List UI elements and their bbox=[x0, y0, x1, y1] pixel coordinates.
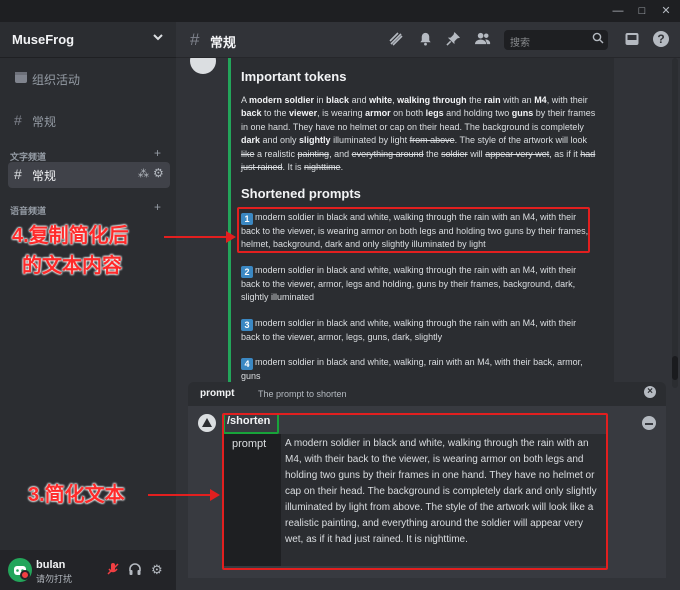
close-icon[interactable]: × bbox=[644, 386, 656, 398]
shortened-prompt-2[interactable]: 2 modern soldier in black and white, walk… bbox=[241, 264, 597, 305]
discord-window: — □ ✕ MuseFrog 组织活动 # 常规 文字频道 + # 常规 ⁂ ⚙ bbox=[0, 0, 680, 590]
svg-text:?: ? bbox=[657, 32, 664, 46]
gear-icon[interactable]: ⚙ bbox=[153, 166, 164, 180]
inbox-icon[interactable] bbox=[624, 31, 640, 50]
sidebar-item-events[interactable]: 组织活动 bbox=[8, 66, 170, 92]
slash-command[interactable]: /shorten bbox=[224, 413, 273, 429]
bot-app-icon bbox=[198, 414, 216, 432]
prompt-text: modern soldier in black and white, walki… bbox=[241, 265, 577, 303]
prompt-text: modern soldier in black and white, walki… bbox=[241, 212, 589, 250]
mic-muted-icon[interactable] bbox=[106, 562, 120, 579]
number-badge: 3 bbox=[241, 319, 253, 331]
option-description: The prompt to shorten bbox=[258, 389, 347, 399]
hash-icon: # bbox=[14, 166, 22, 182]
prompt-input[interactable]: A modern soldier in black and white, wal… bbox=[281, 434, 608, 566]
emoji-icon[interactable] bbox=[642, 416, 656, 430]
dnd-status-icon bbox=[20, 570, 30, 580]
annotation-step-3: 3.简化文本 bbox=[28, 484, 125, 506]
annotation-arrow-4 bbox=[164, 231, 236, 243]
bot-embed: Important tokens A modern soldier in bla… bbox=[228, 58, 614, 388]
shortened-prompts-title: Shortened prompts bbox=[241, 186, 361, 201]
search-icon bbox=[592, 32, 604, 47]
chevron-down-icon[interactable] bbox=[152, 31, 164, 46]
pin-icon[interactable] bbox=[446, 31, 461, 49]
category-voice-channels[interactable]: 语音频道 bbox=[10, 204, 46, 217]
message-composer[interactable]: /shorten prompt A modern soldier in blac… bbox=[188, 406, 666, 578]
close-window-icon[interactable]: ✕ bbox=[656, 3, 676, 19]
annotation-step-4-line-1: 4.复制简化后 bbox=[12, 225, 129, 247]
username: bulan bbox=[36, 559, 66, 571]
shortened-prompt-3[interactable]: 3 modern soldier in black and white, walk… bbox=[241, 317, 597, 344]
option-name: prompt bbox=[200, 388, 235, 399]
shortened-prompt-4[interactable]: 4 modern soldier in black and white, walk… bbox=[241, 356, 597, 383]
annotation-step-4-line-2: 的文本内容 bbox=[22, 255, 122, 277]
annotation-arrow-3 bbox=[148, 489, 220, 501]
invite-icon[interactable]: ⁂ bbox=[138, 167, 149, 180]
headphones-icon[interactable] bbox=[128, 562, 142, 579]
server-name: MuseFrog bbox=[12, 32, 75, 47]
server-header[interactable]: MuseFrog bbox=[0, 22, 176, 58]
sidebar-item-label: 常规 bbox=[32, 115, 57, 129]
embed-accent-bar bbox=[228, 58, 231, 388]
add-channel-icon[interactable]: + bbox=[154, 146, 161, 160]
hash-icon: # bbox=[14, 112, 22, 128]
channel-item-general[interactable]: # 常规 ⁂ ⚙ bbox=[8, 162, 170, 188]
important-tokens-text: A modern soldier in black and white, wal… bbox=[241, 95, 596, 173]
sidebar-item-label: 组织活动 bbox=[32, 73, 81, 87]
gear-icon[interactable]: ⚙ bbox=[151, 562, 163, 578]
scrollbar-thumb[interactable] bbox=[672, 356, 678, 380]
help-icon[interactable]: ? bbox=[652, 30, 670, 51]
bot-avatar[interactable] bbox=[190, 58, 216, 74]
parameter-label: prompt bbox=[232, 438, 267, 450]
command-parameter[interactable]: prompt A modern soldier in black and whi… bbox=[224, 434, 608, 566]
chat-area: Important tokens A modern soldier in bla… bbox=[176, 58, 680, 590]
important-tokens-title: Important tokens bbox=[241, 69, 347, 84]
threads-icon[interactable] bbox=[388, 31, 404, 50]
user-status: 请勿打扰 bbox=[36, 574, 73, 584]
user-panel: bulan 请勿打扰 ⚙ bbox=[0, 550, 176, 590]
scrollbar[interactable] bbox=[672, 58, 678, 388]
title-bar: — □ ✕ bbox=[0, 0, 680, 22]
sidebar-item-channels[interactable]: # 常规 bbox=[8, 108, 170, 134]
members-icon[interactable] bbox=[474, 31, 491, 49]
prompt-text: modern soldier in black and white, walki… bbox=[241, 318, 577, 342]
number-badge: 1 bbox=[241, 213, 253, 225]
channel-header: # 常规 搜索 ? bbox=[176, 22, 680, 58]
search-input[interactable]: 搜索 bbox=[504, 30, 608, 50]
number-badge: 2 bbox=[241, 266, 253, 278]
prompt-text: modern soldier in black and white, walki… bbox=[241, 357, 583, 381]
search-placeholder: 搜索 bbox=[510, 38, 530, 49]
maximize-icon[interactable]: □ bbox=[632, 3, 652, 19]
hash-icon: # bbox=[190, 30, 200, 49]
add-voice-channel-icon[interactable]: + bbox=[154, 200, 161, 214]
number-badge: 4 bbox=[241, 358, 253, 370]
channel-title: 常规 bbox=[210, 35, 237, 50]
bell-icon[interactable] bbox=[418, 31, 433, 49]
command-option-popup: prompt The prompt to shorten × bbox=[188, 382, 666, 406]
channel-name: 常规 bbox=[32, 169, 57, 183]
minimize-icon[interactable]: — bbox=[608, 3, 628, 19]
calendar-icon bbox=[14, 70, 28, 87]
shortened-prompt-1[interactable]: 1 modern soldier in black and white, walk… bbox=[241, 211, 597, 252]
